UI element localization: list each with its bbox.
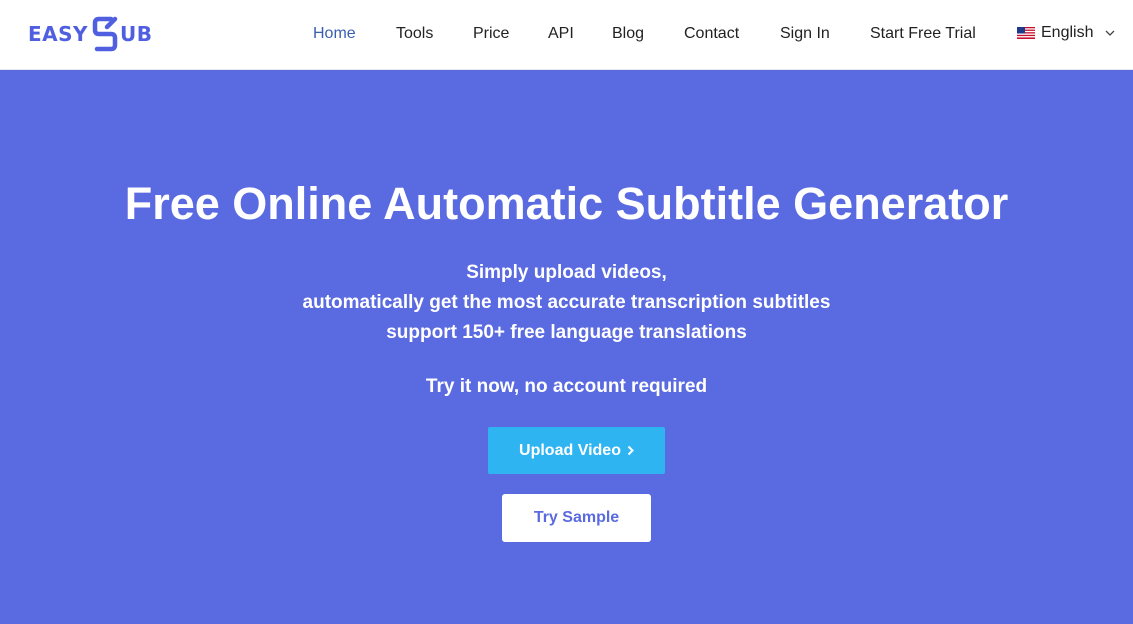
cta-note: Try it now, no account required [425,376,708,397]
chevron-down-icon [1106,30,1115,36]
nav-tools[interactable]: Tools [396,24,433,44]
nav-price[interactable]: Price [473,24,509,44]
nav-home[interactable]: Home [313,24,356,44]
logo-text-left: EASY [28,22,89,46]
site-header: EASY UB Home Tools Price API Blog Contac… [0,0,1133,70]
hero-section: Free Online Automatic Subtitle Generator… [0,70,1133,624]
us-flag-icon [1017,27,1035,39]
hero-line-1: Simply upload videos, [466,262,667,283]
nav-sign-in[interactable]: Sign In [780,24,830,44]
try-sample-label: Try Sample [533,509,620,526]
try-sample-button[interactable]: Try Sample [502,494,651,542]
language-label: English [1041,24,1094,41]
upload-video-label: Upload Video [519,441,621,459]
logo-s-mark-icon [92,16,118,52]
brand-logo[interactable]: EASY UB [28,14,153,54]
language-selector[interactable]: English [1017,24,1115,42]
nav-blog[interactable]: Blog [612,24,644,44]
upload-video-button[interactable]: Upload Video [488,427,665,474]
chevron-right-icon [627,445,634,456]
nav-contact[interactable]: Contact [684,24,739,44]
nav-start-free-trial[interactable]: Start Free Trial [870,24,976,44]
hero-title: Free Online Automatic Subtitle Generator [124,178,1009,229]
logo-text-right: UB [120,22,153,46]
nav-api[interactable]: API [548,24,574,44]
hero-line-3: support 150+ free language translations [386,322,747,343]
hero-line-2: automatically get the most accurate tran… [302,292,831,313]
